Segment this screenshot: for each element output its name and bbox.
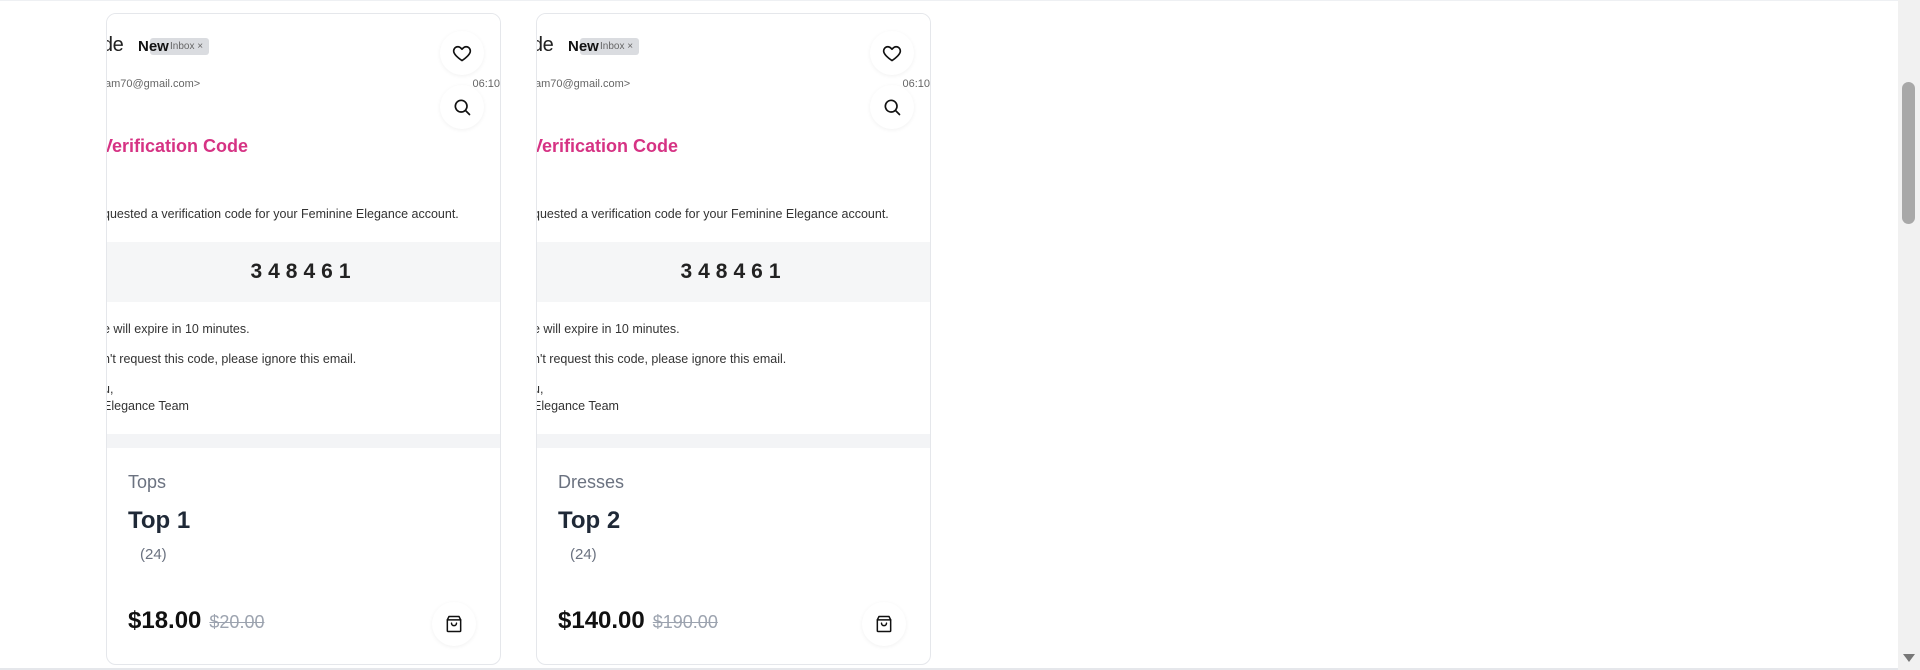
image-bottom-fade <box>107 434 500 448</box>
review-count: (24) <box>570 546 597 563</box>
favorite-button[interactable] <box>870 31 914 75</box>
review-count: (24) <box>140 546 167 563</box>
email-subject: ode <box>107 34 124 56</box>
scrollbar-thumb[interactable] <box>1902 82 1915 224</box>
email-intro: quested a verification code for your Fem… <box>107 207 459 221</box>
search-icon <box>454 99 471 116</box>
new-badge: New <box>138 38 169 55</box>
current-price: $18.00 <box>128 607 202 634</box>
email-subject: ode <box>537 34 554 56</box>
email-ignore: n't request this code, please ignore thi… <box>107 352 357 366</box>
email-team: Elegance Team <box>537 399 619 413</box>
quick-view-button[interactable] <box>440 85 484 129</box>
email-heading: Verification Code <box>537 136 679 156</box>
email-expiry: e will expire in 10 minutes. <box>107 322 250 336</box>
verification-code: 348461 <box>537 242 930 302</box>
product-category: Dresses <box>558 472 625 492</box>
email-sender: am70@gmail.com> <box>107 78 201 90</box>
new-badge: New <box>568 38 599 55</box>
product-image[interactable]: ode Inbox × New am70@gmail.com> 06:10 Ve… <box>107 14 500 448</box>
verification-code: 348461 <box>107 242 500 302</box>
favorite-button[interactable] <box>440 31 484 75</box>
email-expiry: e will expire in 10 minutes. <box>537 322 680 336</box>
scroll-down-arrow-icon[interactable] <box>1903 654 1915 662</box>
quick-view-button[interactable] <box>870 85 914 129</box>
heart-icon <box>452 45 472 62</box>
product-image[interactable]: ode Inbox × New am70@gmail.com> 06:10 Ve… <box>537 14 930 448</box>
email-ignore: n't request this code, please ignore thi… <box>537 352 787 366</box>
page-top-divider <box>0 0 1898 1</box>
current-price: $140.00 <box>558 607 645 634</box>
email-time: 06:10 <box>472 78 500 90</box>
price-block: $18.00 $20.00 <box>128 607 264 635</box>
product-card[interactable]: ode Inbox × New am70@gmail.com> 06:10 Ve… <box>536 13 931 665</box>
shopping-bag-icon <box>446 615 462 633</box>
price-block: $140.00 $190.00 <box>558 607 718 635</box>
email-time: 06:10 <box>902 78 930 90</box>
image-bottom-fade <box>537 434 930 448</box>
add-to-cart-button[interactable] <box>862 602 906 646</box>
add-to-cart-button[interactable] <box>432 602 476 646</box>
shopping-bag-icon <box>876 615 892 633</box>
vertical-scrollbar[interactable] <box>1898 0 1920 670</box>
email-heading: Verification Code <box>107 136 249 156</box>
product-card[interactable]: ode Inbox × New am70@gmail.com> 06:10 Ve… <box>106 13 501 665</box>
email-team: Elegance Team <box>107 399 189 413</box>
product-name[interactable]: Top 2 <box>558 507 620 535</box>
email-sender: am70@gmail.com> <box>537 78 631 90</box>
search-icon <box>884 99 901 116</box>
product-name[interactable]: Top 1 <box>128 507 190 535</box>
email-signoff: u, <box>107 382 114 396</box>
original-price: $20.00 <box>209 612 265 632</box>
product-category: Tops <box>128 472 167 492</box>
heart-icon <box>882 45 902 62</box>
email-intro: quested a verification code for your Fem… <box>537 207 889 221</box>
original-price: $190.00 <box>652 612 718 632</box>
email-signoff: u, <box>537 382 544 396</box>
